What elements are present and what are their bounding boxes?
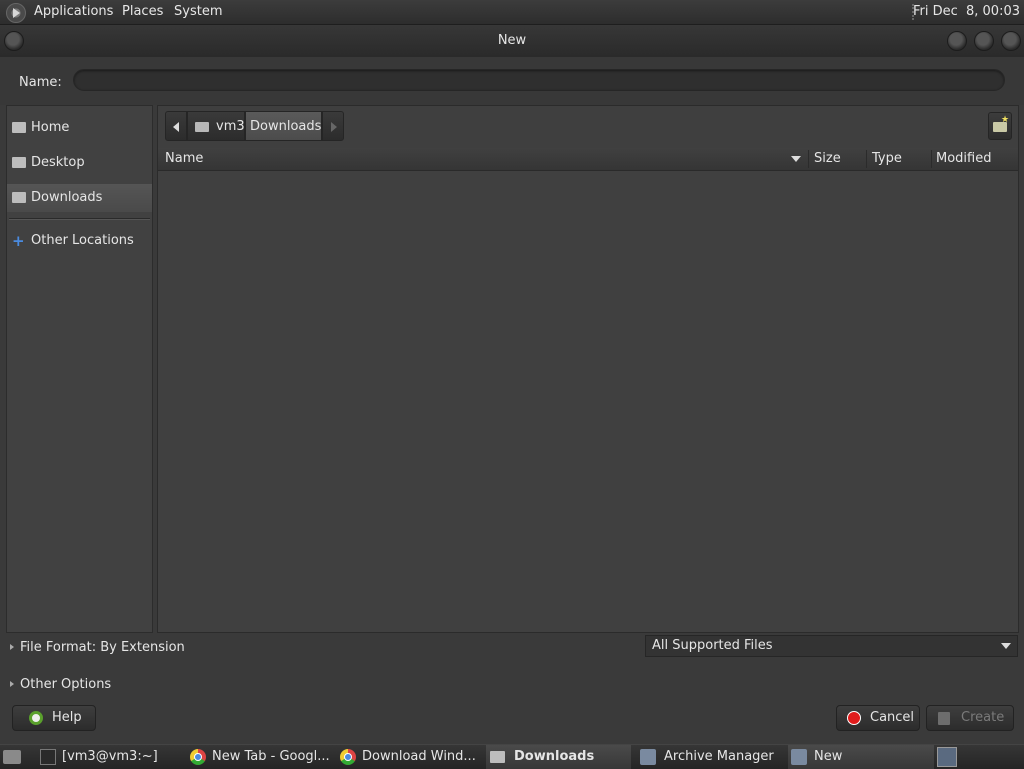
path-segment-label: Downloads bbox=[250, 119, 322, 134]
file-chooser-main: vm3 Downloads ★ Name Size Type Modified bbox=[157, 105, 1019, 633]
chevron-down-icon bbox=[1001, 643, 1011, 649]
task-chrome-download[interactable]: Download Wind... bbox=[340, 745, 480, 769]
sidebar-item-label: Desktop bbox=[31, 155, 85, 170]
cancel-icon bbox=[847, 711, 861, 725]
other-options-expander[interactable]: Other Options bbox=[10, 677, 150, 693]
column-type[interactable]: Type bbox=[872, 148, 902, 170]
menu-system[interactable]: System bbox=[174, 0, 222, 24]
distro-logo-icon[interactable] bbox=[6, 3, 26, 23]
task-label: Downloads bbox=[514, 749, 595, 764]
column-header: Name Size Type Modified bbox=[158, 148, 1018, 171]
chevron-right-icon bbox=[331, 122, 337, 132]
path-segment-downloads[interactable]: Downloads bbox=[245, 111, 322, 141]
task-label: Archive Manager bbox=[664, 749, 774, 764]
other-options-label: Other Options bbox=[20, 677, 112, 692]
file-format-label: File Format: By Extension bbox=[20, 640, 185, 655]
name-label: Name: bbox=[19, 75, 62, 90]
sidebar-separator bbox=[9, 218, 150, 220]
name-row: Name: bbox=[0, 57, 1024, 105]
column-size[interactable]: Size bbox=[814, 148, 841, 170]
column-modified[interactable]: Modified bbox=[936, 148, 991, 170]
chrome-icon bbox=[190, 749, 206, 765]
file-format-expander[interactable]: File Format: By Extension bbox=[10, 640, 210, 656]
sidebar-item-desktop[interactable]: Desktop bbox=[7, 149, 152, 177]
task-label: New Tab - Googl... bbox=[212, 749, 330, 764]
star-icon: ★ bbox=[1001, 115, 1010, 125]
help-button[interactable]: Help bbox=[12, 705, 96, 731]
task-archive-manager[interactable]: Archive Manager bbox=[640, 745, 780, 769]
menu-places[interactable]: Places bbox=[122, 0, 163, 24]
sidebar-item-label: Downloads bbox=[31, 190, 103, 205]
home-folder-icon bbox=[195, 122, 209, 132]
clock[interactable]: Fri Dec 8, 00:03 bbox=[913, 0, 1020, 24]
window-titlebar[interactable]: New bbox=[0, 25, 1024, 57]
show-desktop-icon[interactable] bbox=[3, 750, 21, 764]
expander-arrow-icon bbox=[10, 644, 14, 650]
menu-applications[interactable]: Applications bbox=[34, 0, 113, 24]
workspace-switcher[interactable] bbox=[937, 747, 957, 767]
sidebar-item-label: Other Locations bbox=[31, 233, 134, 248]
window-title: New bbox=[497, 33, 527, 48]
file-list[interactable] bbox=[158, 171, 1018, 632]
sort-descending-icon bbox=[791, 156, 801, 162]
plus-icon: + bbox=[12, 232, 25, 250]
home-folder-icon bbox=[12, 122, 26, 133]
name-input[interactable] bbox=[73, 69, 1005, 91]
column-name[interactable]: Name bbox=[165, 148, 203, 170]
task-downloads[interactable]: Downloads bbox=[486, 745, 631, 769]
sidebar-item-downloads[interactable]: Downloads bbox=[7, 184, 152, 212]
task-chrome-new-tab[interactable]: New Tab - Googl... bbox=[190, 745, 332, 769]
column-separator[interactable] bbox=[866, 150, 867, 168]
file-filter-select[interactable]: All Supported Files bbox=[645, 635, 1018, 657]
places-sidebar: Home Desktop Downloads + Other Locations bbox=[6, 105, 153, 633]
help-lifebuoy-icon bbox=[29, 711, 43, 725]
folder-icon bbox=[490, 751, 505, 763]
task-label: Download Wind... bbox=[362, 749, 476, 764]
task-terminal[interactable]: [vm3@vm3:~] bbox=[40, 745, 180, 769]
folder-icon bbox=[12, 192, 26, 203]
column-separator[interactable] bbox=[808, 150, 809, 168]
path-segment-vm3[interactable]: vm3 bbox=[187, 111, 245, 141]
path-segment-label: vm3 bbox=[216, 119, 245, 134]
column-separator[interactable] bbox=[931, 150, 932, 168]
path-back-button[interactable] bbox=[165, 111, 187, 141]
task-label: New bbox=[814, 749, 843, 764]
create-button-label: Create bbox=[961, 710, 1005, 725]
cancel-button[interactable]: Cancel bbox=[836, 705, 920, 731]
top-panel: Applications Places System Fri Dec 8, 00… bbox=[0, 0, 1024, 25]
create-button[interactable]: Create bbox=[926, 705, 1014, 731]
terminal-icon bbox=[40, 749, 56, 765]
task-new[interactable]: New bbox=[788, 745, 934, 769]
sidebar-item-home[interactable]: Home bbox=[7, 114, 152, 142]
help-button-label: Help bbox=[52, 710, 82, 725]
task-label: [vm3@vm3:~] bbox=[62, 749, 158, 764]
chevron-left-icon bbox=[173, 122, 179, 132]
cancel-button-label: Cancel bbox=[870, 710, 915, 725]
chrome-icon bbox=[340, 749, 356, 765]
close-button[interactable] bbox=[1001, 31, 1021, 51]
document-icon bbox=[938, 712, 950, 725]
maximize-button[interactable] bbox=[974, 31, 994, 51]
document-icon bbox=[791, 749, 807, 765]
sidebar-item-other-locations[interactable]: + Other Locations bbox=[7, 227, 152, 255]
desktop-folder-icon bbox=[12, 157, 26, 168]
create-folder-button[interactable]: ★ bbox=[988, 112, 1012, 140]
expander-arrow-icon bbox=[10, 681, 14, 687]
sidebar-item-label: Home bbox=[31, 120, 70, 135]
path-forward-button[interactable] bbox=[322, 111, 344, 141]
archive-icon bbox=[640, 749, 656, 765]
taskbar: [vm3@vm3:~] New Tab - Googl... Download … bbox=[0, 744, 1024, 769]
filter-selected-value: All Supported Files bbox=[652, 638, 773, 653]
minimize-button[interactable] bbox=[947, 31, 967, 51]
